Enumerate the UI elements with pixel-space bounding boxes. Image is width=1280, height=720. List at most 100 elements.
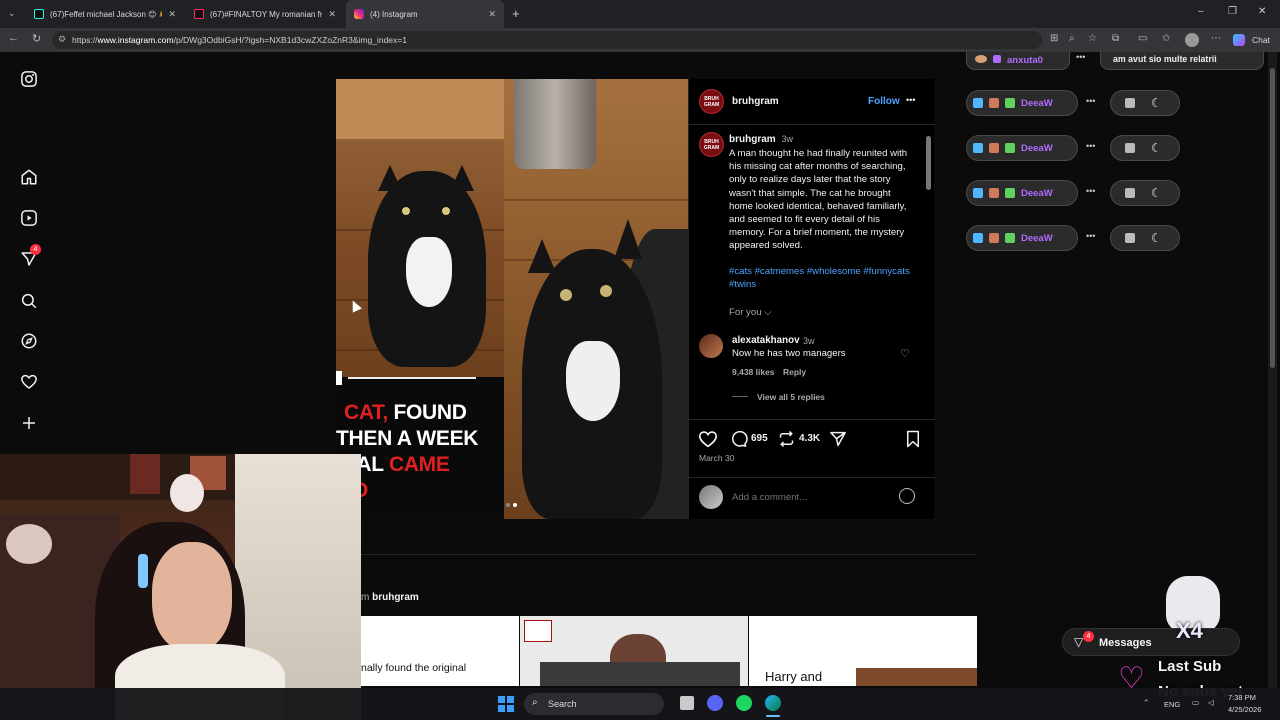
heart-icon[interactable] (18, 371, 40, 393)
comment-author[interactable]: alexatakhanov (732, 335, 800, 346)
follow-button[interactable]: Follow (868, 96, 900, 107)
browser-tab-1[interactable]: (67)Feffet michael Jackson 😊 👋 💃 ✕ (26, 0, 184, 28)
new-tab-button[interactable]: + (512, 6, 520, 21)
extensions-icon[interactable]: ⧉ (1112, 33, 1119, 44)
related-post-3[interactable]: Harry and (749, 616, 977, 686)
address-bar[interactable]: ⚙ https://www.instagram.com/p/DWg3OdbiGs… (52, 31, 1042, 49)
reels-icon[interactable] (18, 207, 40, 229)
windows-start-icon[interactable] (498, 696, 514, 712)
messages-icon[interactable]: 4 (18, 244, 41, 270)
post-media[interactable]: CAT, FOUND THEN A WEEK INAL CAME OO (336, 79, 688, 519)
split-screen-icon[interactable]: ▭ (1138, 33, 1147, 44)
author-username[interactable]: bruhgram (732, 96, 779, 107)
chat-row-2-message: ☾ (1110, 135, 1180, 161)
tray-chevron-icon[interactable]: ⌃ (1143, 698, 1149, 707)
copilot-icon[interactable] (1233, 34, 1245, 46)
related-post-1[interactable]: nally found the original (361, 616, 519, 686)
home-icon[interactable] (18, 166, 40, 188)
media-right-frame (504, 79, 688, 519)
favorite-star-icon[interactable]: ☆ (1088, 33, 1097, 44)
overlay-text-line-2: THEN A WEEK (336, 427, 479, 450)
close-tab-icon[interactable]: ✕ (488, 9, 496, 20)
maximize-button[interactable]: ❐ (1228, 6, 1237, 17)
file-explorer-icon[interactable] (680, 696, 694, 710)
author-avatar[interactable]: BRUH GRAM (699, 89, 724, 114)
instagram-icon (354, 9, 364, 19)
page-scrollbar[interactable] (1268, 52, 1277, 688)
chevron-down-icon: ⌵ (764, 307, 772, 318)
instagram-logo-icon[interactable] (18, 68, 40, 90)
volume-icon[interactable]: ◁ (1208, 698, 1214, 707)
chat-button[interactable]: Chat (1252, 35, 1270, 45)
instagram-sidebar: 4 (0, 52, 60, 454)
profile-avatar[interactable] (1185, 33, 1199, 47)
url-prefix: https:// (72, 35, 98, 45)
spotify-icon[interactable] (736, 695, 752, 711)
zoom-icon[interactable]: ⌕ (1069, 33, 1075, 44)
more-menu-icon[interactable]: ⋯ (1211, 33, 1221, 44)
chat-row-2: DeeaW (966, 135, 1078, 161)
emoji-icon[interactable] (899, 488, 915, 504)
edge-icon[interactable] (765, 695, 781, 711)
headphone-light (138, 554, 148, 588)
like-icon[interactable] (698, 430, 718, 453)
moon-icon: ☾ (1151, 141, 1162, 155)
clock-date[interactable]: 4/25/2026 (1228, 705, 1261, 714)
caption-author-username[interactable]: bruhgram (729, 134, 776, 145)
caption-author-avatar[interactable]: BRUH GRAM (699, 132, 724, 157)
browser-tab-bar: ⌄ (67)Feffet michael Jackson 😊 👋 💃 ✕ (67… (0, 0, 1280, 28)
for-you-dropdown[interactable]: For you ⌵ (729, 307, 771, 318)
language-indicator[interactable]: ENG (1164, 700, 1180, 709)
commenter-avatar[interactable] (699, 334, 723, 358)
send-icon[interactable] (829, 430, 847, 453)
comment-reply-button[interactable]: Reply (783, 367, 806, 377)
close-tab-icon[interactable]: ✕ (328, 9, 336, 20)
tab-menu-icon[interactable]: ⌄ (8, 8, 16, 19)
favorites-icon[interactable]: ✩ (1162, 33, 1170, 44)
search-icon[interactable] (18, 290, 40, 312)
comment-icon[interactable] (729, 430, 748, 453)
send-icon: ▽ (1074, 635, 1084, 649)
install-app-icon[interactable]: ⊞ (1050, 33, 1058, 44)
discord-icon[interactable] (707, 695, 723, 711)
streamer-face (152, 542, 232, 652)
browser-tab-instagram[interactable]: (4) Instagram ✕ (346, 0, 504, 28)
repost-icon[interactable] (777, 430, 796, 453)
comments-scrollbar[interactable] (926, 126, 931, 416)
explore-icon[interactable] (18, 330, 40, 352)
messages-badge: 4 (1083, 631, 1094, 642)
post-caption: A man thought he had finally reunited wi… (729, 148, 908, 252)
minimize-button[interactable]: – (1198, 6, 1204, 17)
related-post-2[interactable] (520, 616, 748, 686)
network-icon[interactable]: ▭ (1192, 698, 1199, 707)
clock-time[interactable]: 7:38 PM (1228, 693, 1256, 702)
post-hashtags[interactable]: #cats #catmemes #wholesome #funnycats #t… (729, 265, 913, 291)
current-user-avatar (699, 485, 723, 509)
close-window-button[interactable]: ✕ (1258, 6, 1266, 17)
chat-row-4: DeeaW (966, 225, 1078, 251)
comment-likes[interactable]: 9,438 likes (732, 367, 775, 377)
site-info-icon[interactable]: ⚙ (58, 34, 66, 45)
section-divider (361, 554, 977, 555)
messages-button[interactable]: ▽ 4 Messages (1062, 628, 1240, 656)
browser-tab-2[interactable]: (67)#FINALTOY My romanian frien ✕ (186, 0, 344, 28)
bookmark-icon[interactable] (905, 430, 921, 453)
chat-row-1-message: ☾ (1110, 90, 1180, 116)
windows-taskbar: ⌕ Search ⌃ ENG ▭ ◁ 7:38 PM 4/25/2026 (0, 688, 1280, 720)
add-comment-input[interactable] (732, 489, 882, 505)
brand-logo (524, 620, 552, 642)
moon-icon: ☾ (1151, 96, 1162, 110)
close-tab-icon[interactable]: ✕ (168, 9, 176, 20)
chat-top-row: anxuta0 (966, 52, 1070, 70)
taskbar-search[interactable]: ⌕ Search (524, 693, 664, 715)
plush-toy (170, 474, 204, 512)
chat-row-1: DeeaW (966, 90, 1078, 116)
create-icon[interactable] (18, 412, 40, 434)
view-replies-button[interactable]: View all 5 replies (757, 392, 825, 402)
refresh-icon[interactable]: ↻ (32, 32, 41, 45)
url-host: www.instagram.com (97, 35, 174, 45)
back-arrow-icon[interactable]: ← (8, 32, 19, 44)
url-path: /p/DWg3OdbiGsH/?igsh=NXB1d3cwZXZoZnR3&im… (173, 35, 407, 45)
comment-like-icon[interactable]: ♡ (900, 347, 910, 360)
more-options-icon[interactable]: ••• (906, 95, 915, 105)
